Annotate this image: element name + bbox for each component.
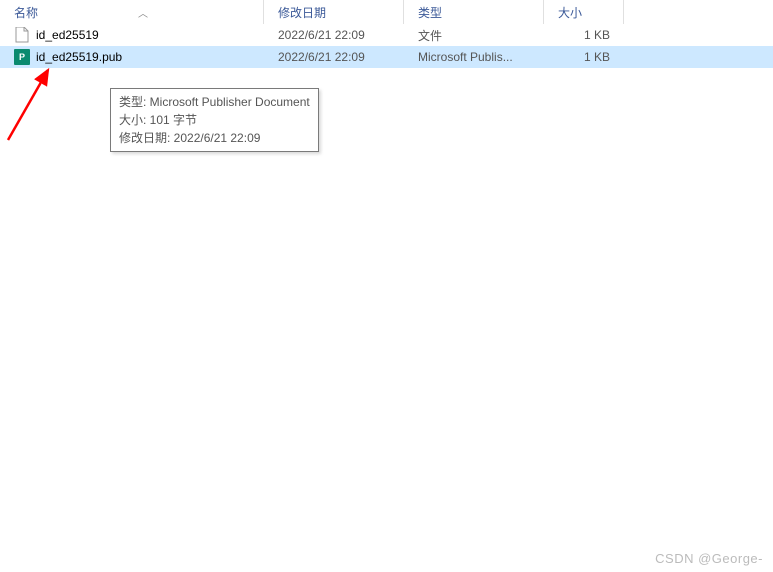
file-type-cell: 文件 bbox=[404, 24, 544, 46]
file-name-label: id_ed25519 bbox=[36, 28, 99, 42]
file-date-cell: 2022/6/21 22:09 bbox=[264, 46, 404, 68]
column-header-type-label: 类型 bbox=[418, 4, 442, 21]
file-name-cell: P id_ed25519.pub bbox=[0, 46, 264, 68]
column-header-row: 名称 ︿ 修改日期 类型 大小 bbox=[0, 0, 773, 24]
tooltip-date-line: 修改日期: 2022/6/21 22:09 bbox=[119, 129, 310, 147]
file-tooltip: 类型: Microsoft Publisher Document 大小: 101… bbox=[110, 88, 319, 152]
file-type-cell: Microsoft Publis... bbox=[404, 46, 544, 68]
file-name-cell: id_ed25519 bbox=[0, 24, 264, 46]
column-header-date[interactable]: 修改日期 bbox=[264, 0, 404, 24]
file-size-cell: 1 KB bbox=[544, 46, 624, 68]
file-row[interactable]: id_ed25519 2022/6/21 22:09 文件 1 KB bbox=[0, 24, 773, 46]
column-header-name-label: 名称 bbox=[14, 4, 38, 21]
column-header-type[interactable]: 类型 bbox=[404, 0, 544, 24]
publisher-icon: P bbox=[14, 49, 30, 65]
column-header-date-label: 修改日期 bbox=[278, 4, 326, 21]
column-header-size-label: 大小 bbox=[558, 4, 582, 21]
watermark-text: CSDN @George- bbox=[655, 551, 763, 566]
file-size-cell: 1 KB bbox=[544, 24, 624, 46]
file-date-cell: 2022/6/21 22:09 bbox=[264, 24, 404, 46]
column-header-name[interactable]: 名称 ︿ bbox=[0, 0, 264, 24]
column-header-size[interactable]: 大小 bbox=[544, 0, 624, 24]
file-list-pane: 名称 ︿ 修改日期 类型 大小 id_ed25519 2022/6/21 22:… bbox=[0, 0, 773, 68]
sort-ascending-icon: ︿ bbox=[138, 5, 148, 20]
tooltip-size-line: 大小: 101 字节 bbox=[119, 111, 310, 129]
tooltip-type-line: 类型: Microsoft Publisher Document bbox=[119, 93, 310, 111]
file-row[interactable]: P id_ed25519.pub 2022/6/21 22:09 Microso… bbox=[0, 46, 773, 68]
document-icon bbox=[14, 27, 30, 43]
file-name-label: id_ed25519.pub bbox=[36, 50, 122, 64]
